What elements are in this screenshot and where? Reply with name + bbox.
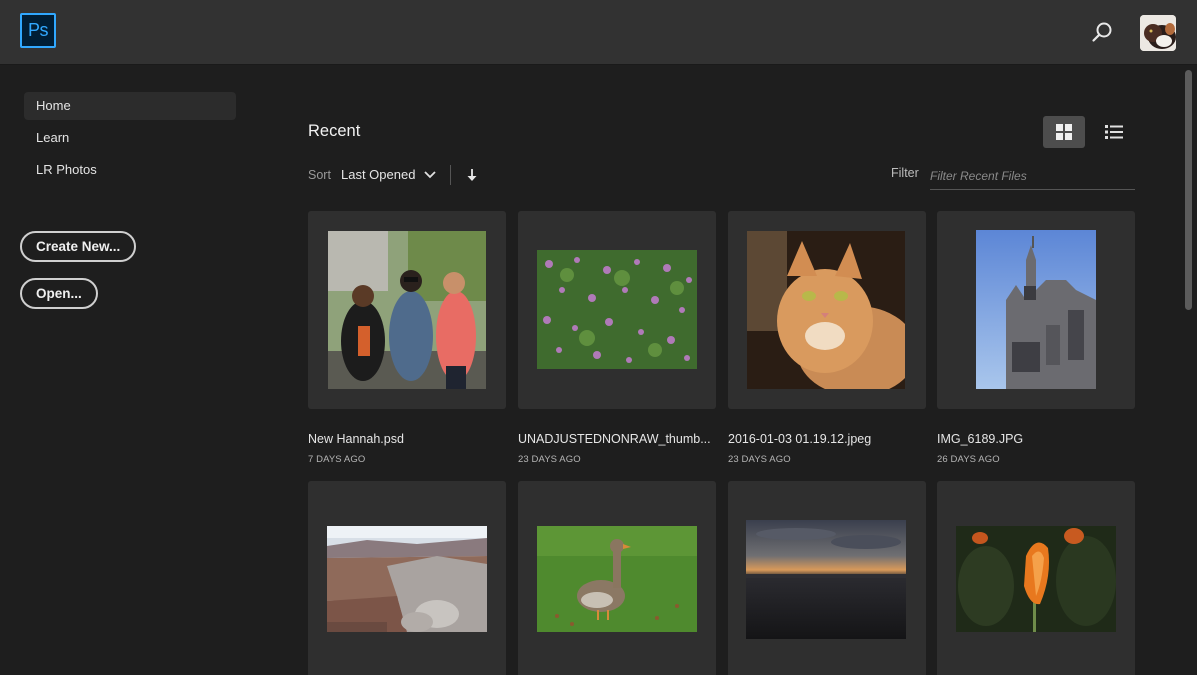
sidebar-item-lr-photos[interactable]: LR Photos bbox=[24, 156, 236, 184]
file-name: IMG_6189.JPG bbox=[937, 432, 1024, 446]
file-thumbnail bbox=[328, 231, 486, 389]
filter-label: Filter bbox=[891, 166, 919, 180]
sidebar-item-learn[interactable]: Learn bbox=[24, 124, 236, 152]
grid-view-button[interactable] bbox=[1043, 116, 1085, 148]
file-date: 7 DAYS AGO bbox=[308, 454, 366, 465]
file-thumbnail bbox=[746, 520, 906, 639]
chevron-down-icon[interactable] bbox=[421, 167, 439, 183]
photoshop-logo: Ps bbox=[20, 13, 56, 48]
file-date: 23 DAYS AGO bbox=[518, 454, 581, 465]
file-thumbnail bbox=[747, 231, 905, 389]
sort-divider bbox=[450, 165, 451, 185]
recent-title: Recent bbox=[308, 122, 361, 140]
sort-direction-arrow-icon[interactable] bbox=[464, 166, 480, 184]
open-button[interactable]: Open... bbox=[20, 278, 98, 309]
file-thumbnail bbox=[537, 526, 697, 632]
create-new-button[interactable]: Create New... bbox=[20, 231, 137, 262]
top-bar: Ps bbox=[0, 0, 1197, 65]
list-view-button[interactable] bbox=[1093, 116, 1135, 148]
file-date: 23 DAYS AGO bbox=[728, 454, 791, 465]
file-thumbnail bbox=[976, 230, 1096, 389]
search-icon[interactable] bbox=[1088, 18, 1116, 46]
sort-dropdown[interactable]: Last Opened bbox=[341, 167, 415, 182]
file-thumbnail bbox=[327, 526, 487, 632]
file-name: UNADJUSTEDNONRAW_thumb... bbox=[518, 432, 711, 446]
file-name: 2016-01-03 01.19.12.jpeg bbox=[728, 432, 872, 446]
file-name: New Hannah.psd bbox=[308, 432, 404, 446]
grid-view-icon bbox=[1056, 124, 1072, 140]
list-view-icon bbox=[1105, 125, 1123, 139]
user-avatar[interactable] bbox=[1140, 15, 1176, 51]
filter-recent-files-input[interactable] bbox=[930, 162, 1135, 190]
sort-label: Sort bbox=[308, 168, 331, 182]
file-thumbnail bbox=[956, 526, 1116, 632]
file-date: 26 DAYS AGO bbox=[937, 454, 1000, 465]
scrollbar-thumb[interactable] bbox=[1185, 70, 1192, 310]
sidebar-item-home[interactable]: Home bbox=[24, 92, 236, 120]
file-thumbnail bbox=[537, 250, 697, 369]
